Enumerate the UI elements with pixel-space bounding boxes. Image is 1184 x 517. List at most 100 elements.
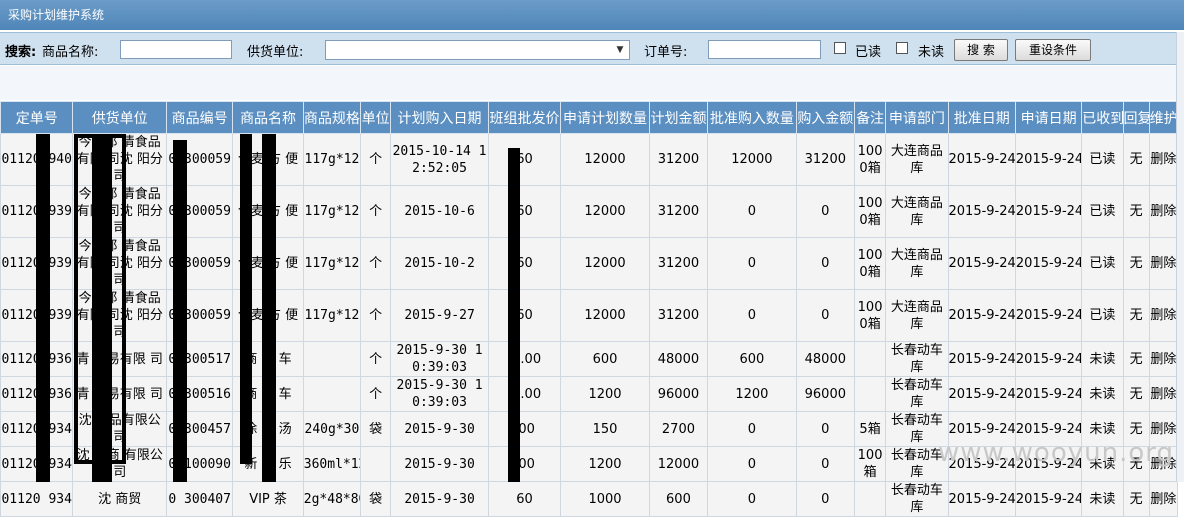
- cell-price: 60: [487, 481, 562, 517]
- cell-price: .00: [487, 446, 562, 482]
- cell-approve-qty: 1200: [707, 376, 797, 412]
- cell-dept: 大连商品库: [885, 133, 949, 186]
- cell-reply: 无: [1122, 185, 1150, 238]
- redaction-bar: [508, 148, 520, 482]
- cell-code: 0 300407: [165, 481, 234, 517]
- cell-action[interactable]: 删除: [1148, 481, 1179, 517]
- col-header-product-name: 商品名称: [232, 101, 304, 134]
- cell-price: 60: [487, 133, 562, 186]
- cell-price: 60: [487, 289, 562, 342]
- cell-dept: 长春动车库: [885, 376, 949, 412]
- redaction-bar: [240, 134, 252, 464]
- cell-plan-date: 2015-9-30: [390, 411, 489, 447]
- col-header-reply: 回复: [1122, 101, 1150, 134]
- cell-plan-date: 2015-10-2: [390, 237, 489, 290]
- cell-buy-amt: 0: [795, 481, 855, 517]
- cell-buy-amt: 0: [795, 237, 855, 290]
- cell-approve-date: 2015-9-24: [947, 133, 1016, 186]
- cell-reply: 无: [1122, 341, 1150, 377]
- cell-apply-date: 2015-9-24: [1014, 237, 1083, 290]
- read-label: 已读: [855, 45, 882, 60]
- cell-plan-amt: 31200: [648, 289, 709, 342]
- cell-action[interactable]: 删除: [1148, 376, 1179, 412]
- cell-reply: 无: [1122, 481, 1150, 517]
- cell-plan-amt: 31200: [648, 185, 709, 238]
- cell-apply-qty: 1200: [560, 446, 650, 482]
- cell-spec: 360ml*12: [302, 446, 362, 482]
- cell-received: 未读: [1081, 481, 1124, 517]
- supplier-label: 供货单位:: [247, 45, 304, 60]
- cell-plan-date: 2015-10-6: [390, 185, 489, 238]
- cell-approve-qty: 0: [707, 289, 797, 342]
- window-title: 采购计划维护系统: [0, 0, 1184, 30]
- col-header-approve-qty: 批准购入数量: [707, 101, 797, 134]
- cell-buy-amt: 96000: [795, 376, 855, 412]
- cell-spec: 117g*12: [302, 133, 362, 186]
- search-prefix: 搜索:: [5, 45, 37, 60]
- cell-note: 1000箱: [853, 185, 887, 238]
- cell-dept: 大连商品库: [885, 289, 949, 342]
- cell-unit: [360, 446, 392, 482]
- cell-reply: 无: [1122, 237, 1150, 290]
- cell-approve-date: 2015-9-24: [947, 289, 1016, 342]
- unread-checkbox[interactable]: [896, 42, 908, 54]
- col-header-received: 已收到: [1081, 101, 1124, 134]
- cell-supplier: 沈 商贸: [72, 481, 167, 517]
- cell-action[interactable]: 删除: [1148, 133, 1179, 186]
- cell-name: VIP 茶: [232, 481, 304, 517]
- cell-apply-qty: 12000: [560, 133, 650, 186]
- cell-unit: 个: [360, 289, 392, 342]
- cell-note: 1000箱: [853, 237, 887, 290]
- col-header-order-no: 定单号: [0, 101, 74, 134]
- product-name-input[interactable]: [120, 40, 232, 59]
- cell-plan-amt: 31200: [648, 237, 709, 290]
- cell-approve-qty: 0: [707, 481, 797, 517]
- redaction-bar: [92, 134, 112, 482]
- cell-received: 未读: [1081, 376, 1124, 412]
- cell-apply-qty: 12000: [560, 289, 650, 342]
- cell-apply-qty: 1000: [560, 481, 650, 517]
- order-no-input[interactable]: [708, 40, 821, 59]
- cell-dept: 长春动车库: [885, 481, 949, 517]
- col-header-plan-amount: 计划金额: [648, 101, 709, 134]
- cell-approve-date: 2015-9-24: [947, 376, 1016, 412]
- vertical-scrollbar[interactable]: [1176, 32, 1184, 482]
- cell-price: 60: [487, 237, 562, 290]
- cell-plan-amt: 96000: [648, 376, 709, 412]
- cell-action[interactable]: 删除: [1148, 341, 1179, 377]
- cell-apply-qty: 12000: [560, 237, 650, 290]
- cell-spec: [302, 376, 362, 412]
- cell-approve-qty: 12000: [707, 133, 797, 186]
- cell-approve-date: 2015-9-24: [947, 237, 1016, 290]
- search-button[interactable]: 搜 索: [954, 39, 1008, 61]
- cell-order: 01120 934: [0, 481, 74, 517]
- cell-approve-qty: 0: [707, 446, 797, 482]
- toolbar-spacer: [0, 66, 1184, 100]
- cell-unit: 个: [360, 237, 392, 290]
- cell-apply-qty: 1200: [560, 376, 650, 412]
- supplier-select[interactable]: ▼: [325, 40, 630, 60]
- cell-action[interactable]: 删除: [1148, 289, 1179, 342]
- cell-plan-date: 2015-9-30 10:39:03: [390, 341, 489, 377]
- cell-action[interactable]: 删除: [1148, 237, 1179, 290]
- cell-note: 1000箱: [853, 289, 887, 342]
- cell-apply-date: 2015-9-24: [1014, 289, 1083, 342]
- col-header-plan-date: 计划购入日期: [390, 101, 489, 134]
- cell-buy-amt: 0: [795, 289, 855, 342]
- order-no-label: 订单号:: [644, 45, 688, 60]
- cell-spec: 240g*30: [302, 411, 362, 447]
- redaction-bar: [173, 140, 187, 482]
- cell-price: 8 .00: [487, 341, 562, 377]
- cell-received: 已读: [1081, 237, 1124, 290]
- read-checkbox[interactable]: [834, 42, 846, 54]
- cell-note: 1000箱: [853, 133, 887, 186]
- search-bar: 搜索: 商品名称: 供货单位: ▼ 订单号: 已读 未读 搜 索 重设条件: [0, 32, 1184, 65]
- cell-apply-date: 2015-9-24: [1014, 341, 1083, 377]
- table-header-row: 定单号 供货单位 商品编号 商品名称 商品规格 单位 计划购入日期 班组批发价 …: [0, 101, 1179, 134]
- col-header-buy-amount: 购入金额: [795, 101, 855, 134]
- redaction-bar: [36, 134, 50, 482]
- reset-button[interactable]: 重设条件: [1015, 39, 1091, 61]
- cell-note: [853, 341, 887, 377]
- cell-plan-amt: 12000: [648, 446, 709, 482]
- cell-action[interactable]: 删除: [1148, 185, 1179, 238]
